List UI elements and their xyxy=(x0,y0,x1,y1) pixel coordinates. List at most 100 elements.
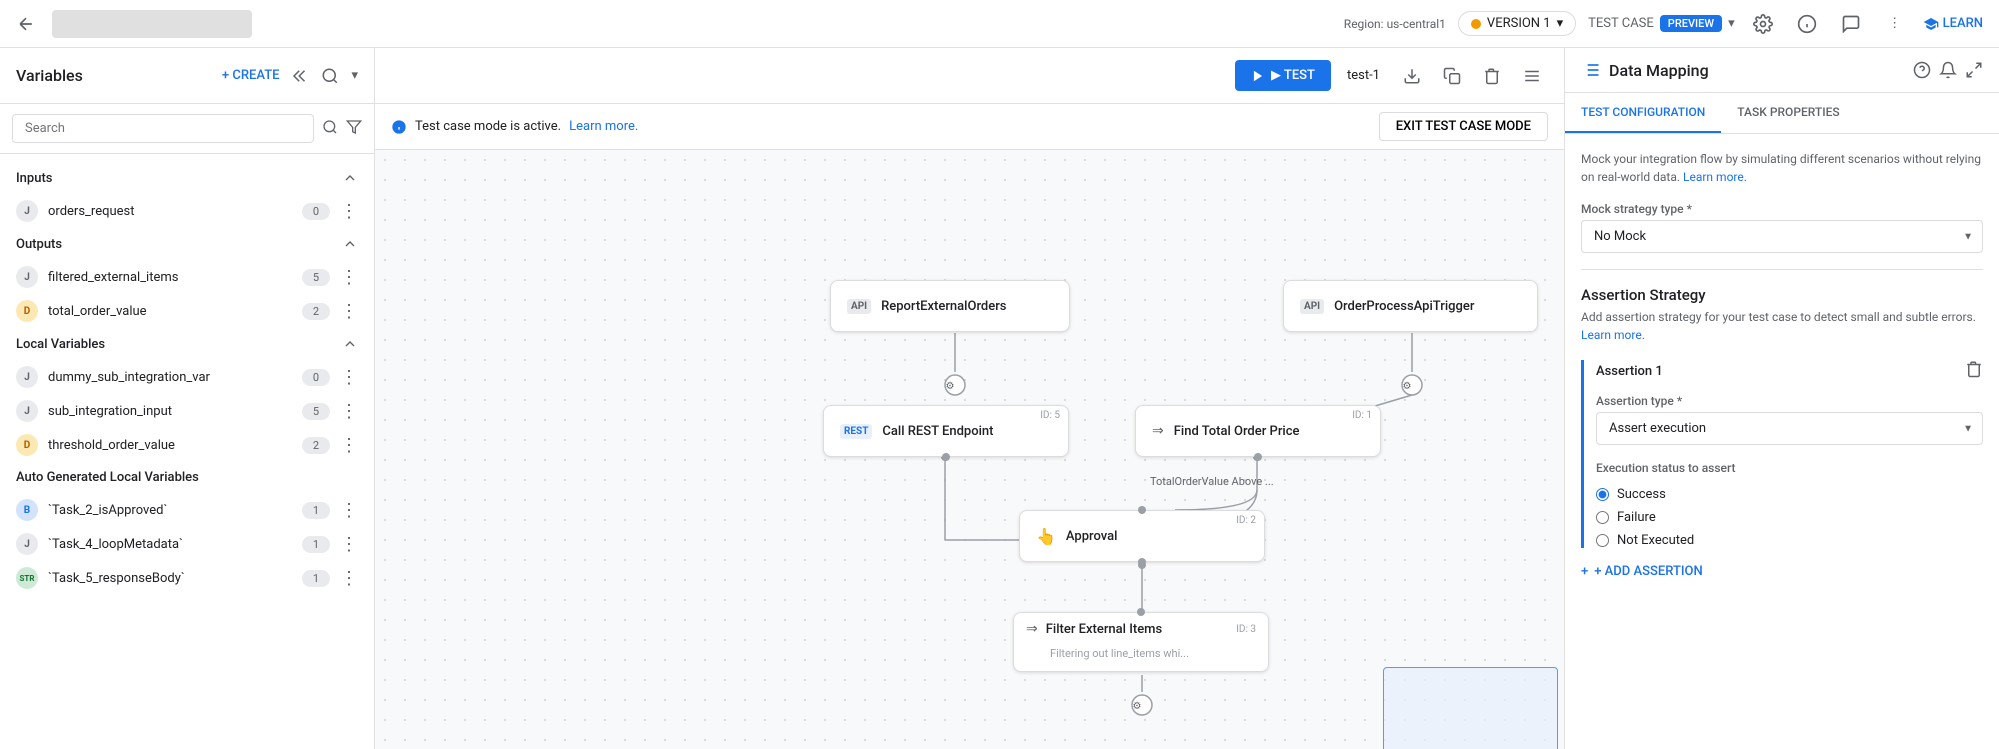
radio-failure[interactable]: Failure xyxy=(1596,510,1983,525)
filter-icon[interactable] xyxy=(346,119,362,139)
back-button[interactable] xyxy=(16,14,36,34)
radio-failure-input[interactable] xyxy=(1596,511,1609,524)
execution-status-radio-group: Success Failure Not Executed xyxy=(1596,487,1983,548)
outputs-section-header[interactable]: Outputs xyxy=(0,228,374,260)
exit-test-mode-button[interactable]: EXIT TEST CASE MODE xyxy=(1379,112,1548,141)
node-api-tag: API xyxy=(847,299,871,314)
more-options-button[interactable]: ⋮ xyxy=(1879,8,1911,40)
test-case-chevron-icon[interactable]: ▾ xyxy=(1728,16,1735,31)
collapse-sidebar-button[interactable] xyxy=(291,67,309,85)
node-id: ID: 1 xyxy=(1352,410,1372,421)
info-button[interactable] xyxy=(1791,8,1823,40)
search-submit-icon[interactable] xyxy=(322,119,338,139)
svg-text:⚙: ⚙ xyxy=(1133,701,1142,712)
node-approval[interactable]: 👆 Approval ID: 2 xyxy=(1019,510,1265,562)
node-subtitle: Filtering out line_items whi... xyxy=(1026,647,1189,660)
node-id: ID: 2 xyxy=(1236,515,1256,526)
auto-vars-section-header[interactable]: Auto Generated Local Variables xyxy=(0,462,374,493)
run-test-button[interactable]: ▶ TEST xyxy=(1235,60,1331,91)
panel-help-button[interactable] xyxy=(1913,61,1931,79)
version-selector[interactable]: VERSION 1 ▾ xyxy=(1458,11,1576,36)
var-type-badge: J xyxy=(16,400,38,422)
inputs-section-header[interactable]: Inputs xyxy=(0,162,374,194)
add-assertion-label: + ADD ASSERTION xyxy=(1594,564,1703,579)
menu-button[interactable] xyxy=(1516,60,1548,92)
list-item: J dummy_sub_integration_var 0 ⋮ xyxy=(0,360,374,394)
var-type-badge: J xyxy=(16,266,38,288)
auto-vars-label: Auto Generated Local Variables xyxy=(16,470,199,485)
var-menu-button[interactable]: ⋮ xyxy=(340,435,358,456)
search-dropdown-button[interactable]: ▾ xyxy=(351,68,358,83)
local-vars-collapse-icon xyxy=(342,336,358,352)
node-report-external-orders[interactable]: API ReportExternalOrders xyxy=(830,280,1070,332)
info-banner: Test case mode is active. Learn more. EX… xyxy=(375,104,1564,150)
execution-status-label: Execution status to assert xyxy=(1596,461,1983,475)
list-item: B `Task_2_isApproved` 1 ⋮ xyxy=(0,493,374,527)
var-type-badge: J xyxy=(16,533,38,555)
settings-button[interactable] xyxy=(1747,8,1779,40)
var-menu-button[interactable]: ⋮ xyxy=(340,500,358,521)
section-divider xyxy=(1581,269,1983,270)
learn-button[interactable]: LEARN xyxy=(1923,16,1983,32)
panel-bell-button[interactable] xyxy=(1939,61,1957,79)
tab-task-properties[interactable]: TASK PROPERTIES xyxy=(1721,93,1855,133)
download-button[interactable] xyxy=(1396,60,1428,92)
local-vars-label: Local Variables xyxy=(16,337,105,352)
node-label: Approval xyxy=(1066,529,1118,544)
node-id: ID: 5 xyxy=(1040,410,1060,421)
svg-text:⚙: ⚙ xyxy=(946,381,955,392)
local-vars-section-header[interactable]: Local Variables xyxy=(0,328,374,360)
delete-button[interactable] xyxy=(1476,60,1508,92)
search-input[interactable] xyxy=(12,114,314,143)
assertion-learn-more-link[interactable]: Learn more. xyxy=(1581,328,1645,342)
mock-strategy-label: Mock strategy type * xyxy=(1581,202,1983,216)
add-assertion-plus-icon: + xyxy=(1581,564,1588,579)
node-api-tag: API xyxy=(1300,299,1324,314)
var-menu-button[interactable]: ⋮ xyxy=(340,534,358,555)
create-variable-button[interactable]: + CREATE xyxy=(222,68,280,83)
assertion-description: Add assertion strategy for your test cas… xyxy=(1581,308,1983,344)
radio-success-input[interactable] xyxy=(1596,488,1609,501)
node-filter-external-items[interactable]: ⇒ Filter External Items ID: 3 Filtering … xyxy=(1013,612,1269,672)
assertion-type-select[interactable]: Assert execution xyxy=(1596,412,1983,445)
mock-strategy-select[interactable]: No Mock xyxy=(1581,220,1983,253)
radio-not-executed[interactable]: Not Executed xyxy=(1596,533,1983,548)
panel-learn-more-link[interactable]: Learn more. xyxy=(1683,170,1747,184)
node-label: Filter External Items xyxy=(1046,622,1162,637)
panel-title: Data Mapping xyxy=(1609,61,1905,80)
sidebar-top-bar: Variables + CREATE ▾ xyxy=(0,48,374,104)
radio-not-executed-input[interactable] xyxy=(1596,534,1609,547)
assertion-type-label: Assertion type * xyxy=(1596,394,1983,408)
list-item: J sub_integration_input 5 ⋮ xyxy=(0,394,374,428)
right-panel: Data Mapping TEST CONFIGURATION xyxy=(1564,48,1999,749)
var-type-badge: D xyxy=(16,434,38,456)
var-menu-button[interactable]: ⋮ xyxy=(340,201,358,222)
var-menu-button[interactable]: ⋮ xyxy=(340,568,358,589)
search-toggle-button[interactable] xyxy=(321,67,339,85)
integration-canvas[interactable]: ⚙ ⚙ ⚙ API ReportExternalOrders API Order… xyxy=(375,150,1564,749)
panel-expand-button[interactable] xyxy=(1965,61,1983,79)
var-name: `Task_5_responseBody` xyxy=(48,571,292,586)
var-menu-button[interactable]: ⋮ xyxy=(340,301,358,322)
preview-badge[interactable]: PREVIEW xyxy=(1660,15,1722,32)
copy-button[interactable] xyxy=(1436,60,1468,92)
add-assertion-button[interactable]: + + ADD ASSERTION xyxy=(1581,564,1983,579)
var-name: `Task_4_loopMetadata` xyxy=(48,537,292,552)
node-call-rest-endpoint[interactable]: REST Call REST Endpoint ID: 5 xyxy=(823,405,1069,457)
var-menu-button[interactable]: ⋮ xyxy=(340,401,358,422)
var-menu-button[interactable]: ⋮ xyxy=(340,267,358,288)
tab-test-configuration[interactable]: TEST CONFIGURATION xyxy=(1565,93,1721,133)
var-name: orders_request xyxy=(48,204,292,219)
learn-more-link[interactable]: Learn more. xyxy=(569,119,638,134)
node-filter-icon: ⇒ xyxy=(1026,621,1038,637)
var-menu-button[interactable]: ⋮ xyxy=(340,367,358,388)
assertion-delete-button[interactable] xyxy=(1965,360,1983,382)
comment-button[interactable] xyxy=(1835,8,1867,40)
node-order-process-api-trigger[interactable]: API OrderProcessApiTrigger xyxy=(1283,280,1538,332)
radio-success[interactable]: Success xyxy=(1596,487,1983,502)
list-item: D threshold_order_value 2 ⋮ xyxy=(0,428,374,462)
var-type-badge: J xyxy=(16,366,38,388)
var-name: threshold_order_value xyxy=(48,438,292,453)
version-chevron-icon: ▾ xyxy=(1557,16,1564,31)
node-find-total-order-price[interactable]: ⇒ Find Total Order Price ID: 1 xyxy=(1135,405,1381,457)
